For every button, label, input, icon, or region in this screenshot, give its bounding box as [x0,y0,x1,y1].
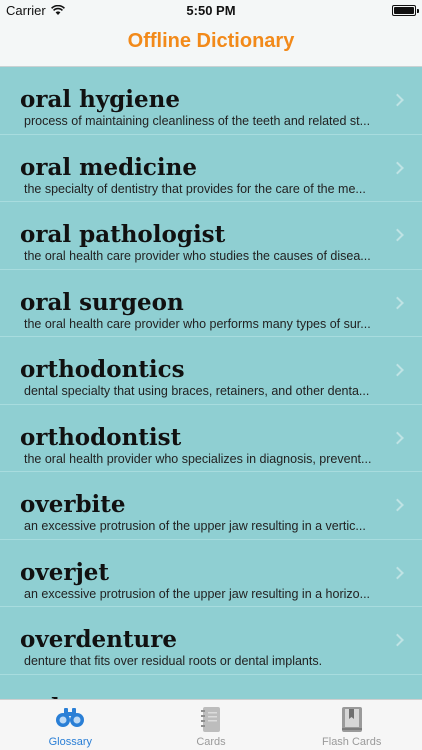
list-item[interactable]: overjet an excessive protrusion of the u… [0,540,422,607]
tab-bar: Glossary Cards Flash Cards [0,699,422,750]
battery-icon [392,5,419,16]
page-title: Offline Dictionary [127,30,295,52]
list-item[interactable]: overdenture denture that fits over resid… [0,607,422,675]
entry-definition: denture that fits over residual roots or… [24,654,323,668]
tab-flash-cards[interactable]: Flash Cards [281,700,422,750]
list-item[interactable]: oral medicine the specialty of dentistry… [0,135,422,202]
list-item[interactable]: oral hygiene process of maintaining clea… [0,67,422,135]
chevron-right-icon [391,296,404,310]
status-time: 5:50 PM [186,3,236,18]
list-item[interactable]: palate [0,675,422,700]
entry-definition: the specialty of dentistry that provides… [24,181,366,196]
chevron-right-icon [391,228,404,242]
entry-definition: an excessive protrusion of the upper jaw… [24,586,371,601]
chevron-right-icon [391,363,404,377]
entry-term: overbite [20,491,126,518]
entry-term: oral hygiene [20,86,181,113]
tab-label: Flash Cards [322,736,382,748]
chevron-right-icon [391,93,404,107]
entry-definition: dental specialty that using braces, reta… [24,384,370,398]
entry-term: orthodontist [20,423,182,451]
list-item[interactable]: orthodontics dental specialty that using… [0,337,422,405]
binoculars-icon [55,706,85,733]
entry-term: overdenture [20,626,177,653]
tab-label: Cards [196,736,226,748]
chevron-right-icon [391,161,404,175]
entry-definition: the oral health provider who specializes… [24,451,372,466]
entry-definition: an excessive protrusion of the upper jaw… [24,519,366,533]
status-bar: Carrier 5:50 PM [0,0,422,22]
chevron-right-icon [391,498,404,512]
entry-term: oral pathologist [20,221,226,248]
entry-definition: the oral health care provider who studie… [24,249,371,263]
chevron-right-icon [391,566,404,580]
entry-term: overjet [20,558,110,586]
entry-term: palate [20,675,382,700]
list-item[interactable]: oral pathologist the oral health care pr… [0,202,422,270]
book-icon [341,706,363,739]
app-screen: Carrier 5:50 PM Offline Dictionary oral … [0,0,422,750]
chevron-right-icon [391,633,404,647]
tab-cards[interactable]: Cards [141,700,282,750]
tab-glossary[interactable]: Glossary [0,700,141,750]
notebook-icon [200,706,222,739]
entry-term: orthodontics [20,356,185,383]
entry-term: oral surgeon [20,288,184,316]
glossary-list[interactable]: oral hygiene process of maintaining clea… [0,67,422,700]
entry-definition: the oral health care provider who perfor… [24,316,371,331]
tab-label: Glossary [48,736,93,748]
list-item[interactable]: overbite an excessive protrusion of the … [0,472,422,540]
entry-term: oral medicine [20,153,197,181]
chevron-right-icon [391,431,404,445]
top-bar: Carrier 5:50 PM Offline Dictionary [0,0,422,67]
entry-definition: process of maintaining cleanliness of th… [24,114,371,128]
list-item[interactable]: orthodontist the oral health provider wh… [0,405,422,472]
list-item[interactable]: oral surgeon the oral health care provid… [0,270,422,337]
